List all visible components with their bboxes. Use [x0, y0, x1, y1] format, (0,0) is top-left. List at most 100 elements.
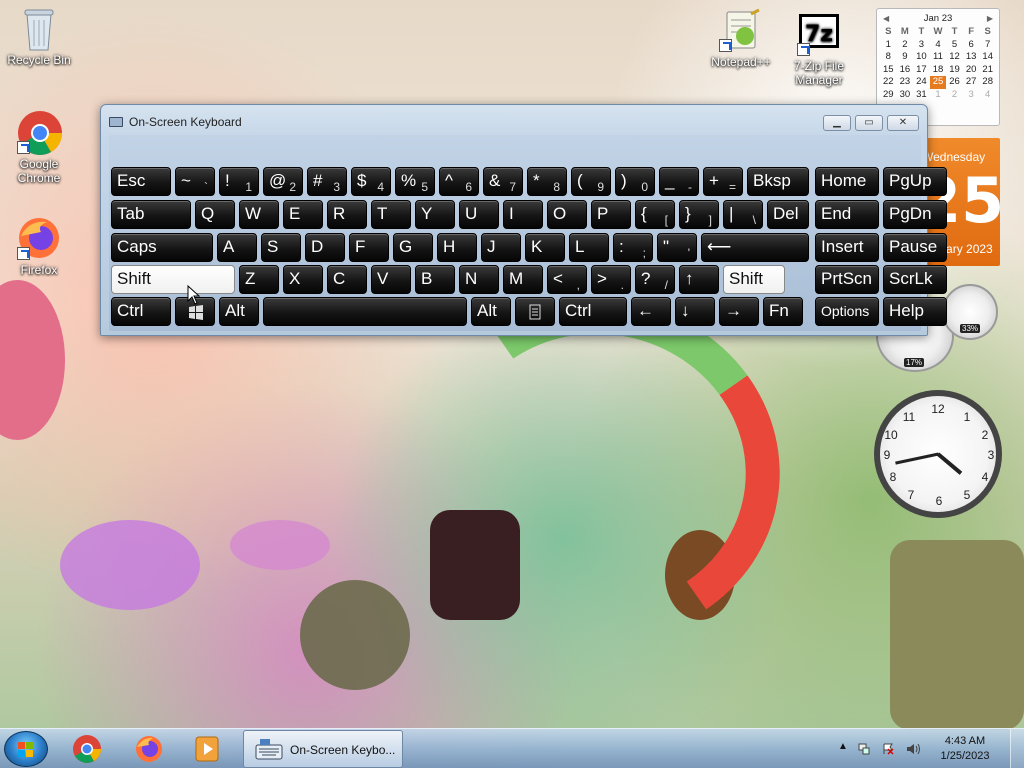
show-hidden-icons-chevron-icon[interactable]: ▲: [838, 741, 848, 752]
left-arrow-key[interactable]: ←: [631, 297, 671, 326]
scroll-lock-key[interactable]: ScrLk: [883, 265, 947, 294]
key-c[interactable]: C: [327, 265, 367, 294]
key-symbol-0-8[interactable]: & 7: [483, 167, 523, 196]
key-symbol-0-9[interactable]: * 8: [527, 167, 567, 196]
calendar-date-cell[interactable]: 23: [897, 76, 914, 89]
key-symbol-3-9[interactable]: >.: [591, 265, 631, 294]
page-down-key[interactable]: PgDn: [883, 200, 947, 229]
key-symbol-0-2[interactable]: ! 1: [219, 167, 259, 196]
previous-month-arrow-icon[interactable]: ◀: [883, 14, 889, 23]
calendar-date-cell[interactable]: 3: [913, 39, 930, 52]
key-b[interactable]: B: [415, 265, 455, 294]
key-symbol-1-13[interactable]: | \: [723, 200, 763, 229]
help-button[interactable]: Help: [883, 297, 947, 326]
close-button[interactable]: ✕: [887, 115, 919, 131]
key-a[interactable]: A: [217, 233, 257, 262]
down-arrow-key[interactable]: ↓: [675, 297, 715, 326]
key-symbol-0-4[interactable]: #3: [307, 167, 347, 196]
desktop-icon-notepadpp[interactable]: Notepad++: [702, 8, 780, 69]
key-s[interactable]: S: [261, 233, 301, 262]
calendar-date-cell[interactable]: 14: [979, 51, 996, 64]
key-o[interactable]: O: [547, 200, 587, 229]
calendar-date-cell[interactable]: 8: [880, 51, 897, 64]
calendar-date-cell[interactable]: 16: [897, 64, 914, 77]
home-key[interactable]: Home: [815, 167, 879, 196]
calendar-date-cell[interactable]: 17: [913, 64, 930, 77]
action-center-flag-icon[interactable]: [882, 743, 894, 755]
fn-key[interactable]: Fn: [763, 297, 803, 326]
taskbar-task-on-screen-keyboard[interactable]: On-Screen Keybo...: [243, 730, 403, 768]
ctrl-key[interactable]: Ctrl: [559, 297, 627, 326]
window-title-bar[interactable]: On-Screen Keyboard: [109, 115, 242, 129]
enter-key[interactable]: ⟵: [701, 233, 809, 262]
calendar-date-cell[interactable]: 22: [880, 76, 897, 89]
calendar-date-cell[interactable]: 31: [913, 89, 930, 102]
minimize-button[interactable]: ▁: [823, 115, 851, 131]
taskbar-media-player-button[interactable]: [184, 732, 230, 766]
space-key[interactable]: [263, 297, 467, 326]
calendar-date-cell[interactable]: 13: [963, 51, 980, 64]
key-m[interactable]: M: [503, 265, 543, 294]
network-icon[interactable]: [858, 743, 870, 755]
calendar-date-cell[interactable]: 2: [897, 39, 914, 52]
right-arrow-key[interactable]: →: [719, 297, 759, 326]
key-p[interactable]: P: [591, 200, 631, 229]
calendar-date-cell[interactable]: 2: [946, 89, 963, 102]
key-symbol-0-12[interactable]: _ -: [659, 167, 699, 196]
shift-key[interactable]: Shift: [111, 265, 235, 294]
key-symbol-3-8[interactable]: <,: [547, 265, 587, 294]
key-d[interactable]: D: [305, 233, 345, 262]
key-symbol-0-10[interactable]: (9: [571, 167, 611, 196]
taskbar-clock[interactable]: 4:43 AM 1/25/2023: [930, 734, 1000, 764]
key-w[interactable]: W: [239, 200, 279, 229]
key-v[interactable]: V: [371, 265, 411, 294]
calendar-date-cell[interactable]: 29: [880, 89, 897, 102]
alt-key[interactable]: Alt: [471, 297, 511, 326]
key-n[interactable]: N: [459, 265, 499, 294]
key-r[interactable]: R: [327, 200, 367, 229]
delete-key[interactable]: Del: [767, 200, 809, 229]
desktop-icon-recycle-bin[interactable]: Recycle Bin: [0, 6, 78, 67]
key-symbol-1-12[interactable]: }]: [679, 200, 719, 229]
key-f[interactable]: F: [349, 233, 389, 262]
key-h[interactable]: H: [437, 233, 477, 262]
shift-key[interactable]: Shift: [723, 265, 785, 294]
calendar-date-cell[interactable]: 15: [880, 64, 897, 77]
calendar-date-cell[interactable]: 10: [913, 51, 930, 64]
calendar-date-cell[interactable]: 21: [979, 64, 996, 77]
calendar-date-cell[interactable]: 25: [929, 76, 947, 89]
key-g[interactable]: G: [393, 233, 433, 262]
calendar-date-cell[interactable]: 11: [930, 51, 947, 64]
key-t[interactable]: T: [371, 200, 411, 229]
desktop-icon-google-chrome[interactable]: Google Chrome: [0, 110, 78, 185]
calendar-date-cell[interactable]: 24: [913, 76, 930, 89]
key-symbol-0-3[interactable]: @2: [263, 167, 303, 196]
key-i[interactable]: I: [503, 200, 543, 229]
taskbar-firefox-button[interactable]: [126, 732, 172, 766]
calendar-date-cell[interactable]: 7: [979, 39, 996, 52]
next-month-arrow-icon[interactable]: ▶: [987, 14, 993, 23]
key-k[interactable]: K: [525, 233, 565, 262]
up-arrow-key[interactable]: ↑: [679, 265, 719, 294]
caps-lock-key[interactable]: Caps: [111, 233, 213, 262]
key-u[interactable]: U: [459, 200, 499, 229]
taskbar-chrome-button[interactable]: [64, 732, 110, 766]
calendar-date-cell[interactable]: 6: [963, 39, 980, 52]
on-screen-keyboard-window[interactable]: On-Screen Keyboard ▁ ▭ ✕ Esc ~ `! 1 @2 #3 $4% 5…: [100, 104, 947, 336]
options-button[interactable]: Options: [815, 297, 879, 326]
start-button[interactable]: [4, 731, 48, 767]
calendar-date-cell[interactable]: 4: [979, 89, 996, 102]
maximize-button[interactable]: ▭: [855, 115, 883, 131]
calendar-date-cell[interactable]: 1: [880, 39, 897, 52]
key-x[interactable]: X: [283, 265, 323, 294]
calendar-date-cell[interactable]: 20: [963, 64, 980, 77]
calendar-date-cell[interactable]: 9: [897, 51, 914, 64]
key-symbol-2-10[interactable]: :;: [613, 233, 653, 262]
key-symbol-0-5[interactable]: $4: [351, 167, 391, 196]
calendar-date-cell[interactable]: 4: [930, 39, 947, 52]
calendar-date-cell[interactable]: 12: [946, 51, 963, 64]
ctrl-key[interactable]: Ctrl: [111, 297, 171, 326]
key-e[interactable]: E: [283, 200, 323, 229]
key-z[interactable]: Z: [239, 265, 279, 294]
menu-key[interactable]: [515, 297, 555, 326]
